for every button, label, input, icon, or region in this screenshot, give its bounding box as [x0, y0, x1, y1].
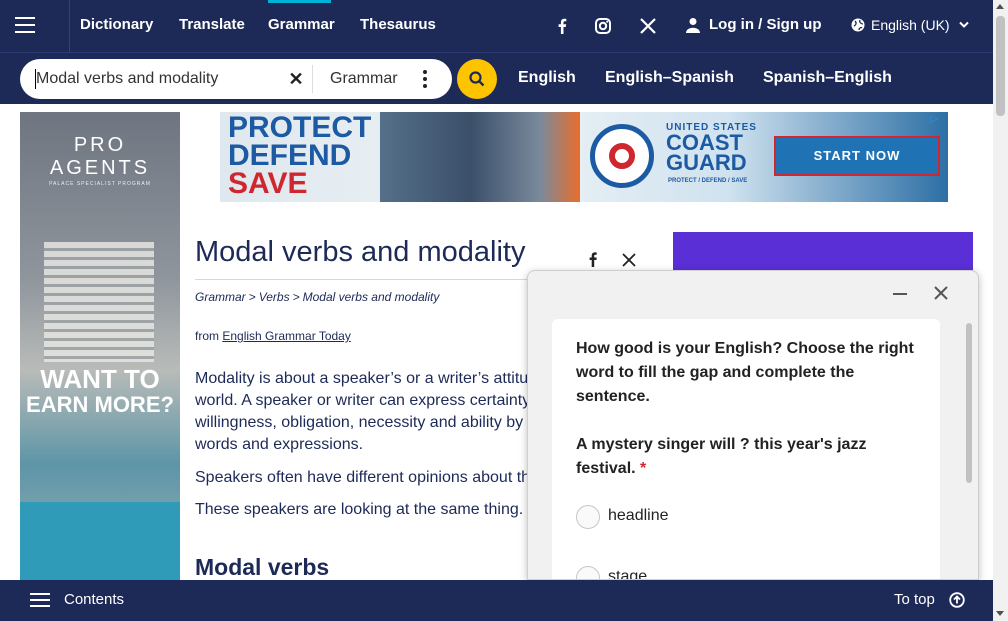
paragraph-2: Speakers often have different opinions a…: [195, 469, 531, 486]
search-icon: [469, 71, 485, 87]
close-icon[interactable]: [931, 283, 951, 303]
quiz-popup: How good is your English? Choose the rig…: [527, 270, 979, 580]
ad-brand-line1: PRO: [73, 134, 127, 156]
ad-choices-icon[interactable]: ▷: [930, 114, 946, 128]
quiz-option-label: headline: [608, 507, 669, 524]
required-mark: *: [640, 460, 647, 477]
quiz-card: How good is your English? Choose the rig…: [552, 319, 940, 580]
search-divider: [312, 65, 313, 93]
login-link[interactable]: Log in / Sign up: [686, 0, 821, 52]
scroll-up-arrow-icon[interactable]: [996, 4, 1004, 9]
facebook-icon[interactable]: [552, 16, 572, 36]
dict-link-spanish-english[interactable]: Spanish–English: [763, 53, 892, 103]
dict-link-english-spanish[interactable]: English–Spanish: [605, 53, 734, 103]
arrow-up-circle-icon[interactable]: [949, 592, 965, 608]
section-heading: Modal verbs: [195, 554, 330, 580]
banner-start-button[interactable]: START NOW: [774, 136, 940, 176]
breadcrumb-verbs[interactable]: Verbs: [259, 290, 290, 304]
language-label: English (UK): [871, 17, 950, 33]
paragraph-line: words and expressions.: [195, 436, 364, 453]
search-input[interactable]: Modal verbs and modality: [36, 59, 218, 99]
ad-pool-image: [20, 502, 180, 582]
banner-crew-image: [380, 112, 580, 202]
share-facebook-icon[interactable]: [585, 250, 601, 268]
breadcrumb-current: Modal verbs and modality: [302, 290, 440, 304]
contents-button[interactable]: Contents: [64, 580, 124, 620]
nav-dictionary[interactable]: Dictionary: [80, 0, 153, 52]
paragraph-line: willingness, obligation, necessity and a…: [195, 414, 524, 431]
banner-word2: DEFEND: [228, 139, 352, 172]
breadcrumb: Grammar > Verbs > Modal verbs and modality: [195, 290, 442, 304]
quiz-sentence: A mystery singer will ? this year's jazz…: [576, 433, 926, 481]
ad-cta-line2: EARN MORE?: [26, 392, 174, 417]
search-bar: Modal verbs and modality ✕ Grammar Engli…: [0, 52, 993, 104]
ad-brand-line2: AGENTS: [49, 157, 151, 179]
banner-tagline: PROTECT / DEFEND / SAVE: [668, 178, 748, 184]
quiz-option-label: stage: [608, 568, 648, 580]
dict-link-english[interactable]: English: [518, 53, 576, 103]
quiz-sentence-text: A mystery singer will ? this year's jazz…: [576, 436, 867, 477]
minimize-icon[interactable]: [893, 293, 907, 295]
paragraph-line: world. A speaker or writer can express c…: [195, 392, 531, 409]
quiz-question: How good is your English? Choose the rig…: [576, 340, 914, 405]
login-label: Log in / Sign up: [709, 16, 822, 33]
radio-button[interactable]: [576, 505, 600, 529]
page-scrollbar[interactable]: [993, 0, 1008, 621]
top-navigation: Dictionary Translate Grammar Thesaurus L…: [0, 0, 993, 52]
source-line: from English Grammar Today: [195, 329, 351, 343]
banner-org-line2: GUARD: [666, 150, 747, 175]
nav-translate[interactable]: Translate: [179, 0, 245, 52]
source-link[interactable]: English Grammar Today: [222, 329, 351, 343]
ad-brand-line3: PALACE SPECIALIST PROGRAM: [49, 181, 151, 187]
ad-cta-line1: WANT TO: [40, 364, 160, 394]
source-prefix: from: [195, 329, 219, 343]
chevron-down-icon: [959, 21, 969, 28]
bottom-bar: Contents To top: [0, 580, 993, 621]
user-icon: [686, 18, 700, 33]
to-top-button[interactable]: To top: [894, 580, 935, 620]
paragraph-3: These speakers are looking at the same t…: [195, 501, 524, 518]
menu-icon[interactable]: [0, 0, 70, 52]
breadcrumb-separator: >: [292, 290, 300, 304]
instagram-icon[interactable]: [593, 16, 613, 36]
breadcrumb-separator: >: [248, 290, 256, 304]
page: Dictionary Translate Grammar Thesaurus L…: [0, 0, 1008, 621]
scroll-down-arrow-icon[interactable]: [996, 611, 1004, 616]
quiz-scrollbar[interactable]: [966, 323, 972, 483]
page-title: Modal verbs and modality: [195, 236, 526, 268]
x-twitter-icon[interactable]: [638, 16, 658, 36]
share-x-icon[interactable]: [621, 252, 637, 268]
scrollbar-thumb[interactable]: [996, 16, 1005, 116]
dictionary-selector[interactable]: Grammar: [330, 59, 398, 99]
banner-word1: PROTECT: [228, 112, 372, 144]
search-box[interactable]: Modal verbs and modality ✕ Grammar: [20, 59, 452, 99]
nav-thesaurus[interactable]: Thesaurus: [360, 0, 436, 52]
nav-grammar[interactable]: Grammar: [268, 0, 335, 52]
clear-search-icon[interactable]: ✕: [286, 69, 306, 89]
banner-ad[interactable]: PROTECT DEFEND SAVE UNITED STATES COAST …: [220, 112, 948, 202]
globe-icon: [851, 18, 865, 32]
more-options-icon[interactable]: [418, 69, 432, 89]
coast-guard-seal-icon: [590, 124, 654, 188]
left-ad[interactable]: PRO AGENTS PALACE SPECIALIST PROGRAM WAN…: [20, 112, 180, 582]
banner-word3: SAVE: [228, 167, 308, 200]
breadcrumb-grammar[interactable]: Grammar: [195, 290, 246, 304]
radio-button[interactable]: [576, 566, 600, 579]
paragraph-line: Modality is about a speaker’s or a write…: [195, 370, 529, 387]
search-button[interactable]: [457, 59, 497, 99]
language-selector[interactable]: English (UK): [851, 0, 969, 52]
ad-building-image: [44, 242, 154, 362]
